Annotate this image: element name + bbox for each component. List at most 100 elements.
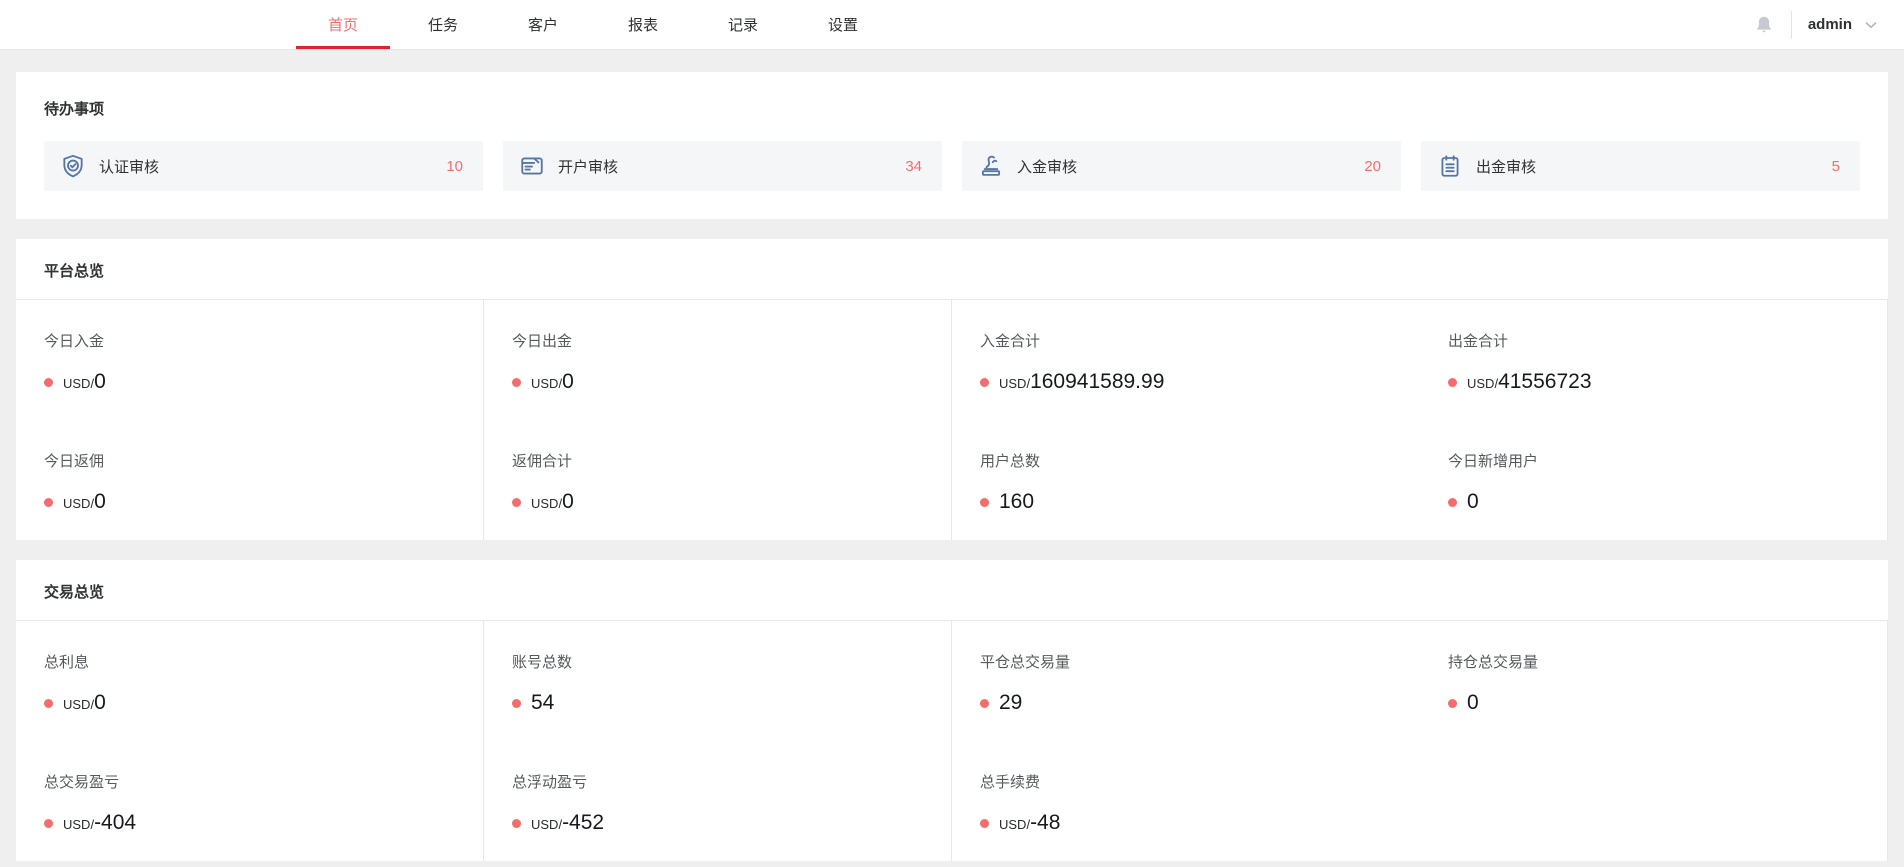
stat-label: 总手续费 [980, 774, 1041, 791]
todo-card-count: 34 [905, 157, 922, 175]
header-divider [1790, 10, 1792, 39]
stat-value: 0 [1467, 490, 1479, 513]
stat-value: 0 [562, 370, 574, 393]
stat-label: 持仓总交易量 [1448, 654, 1539, 671]
stat-value: 160 [999, 490, 1035, 513]
red-dot-icon [512, 698, 521, 708]
stat-cell: 返佣合计 USD/0 [484, 420, 952, 540]
stat-cell: 总浮动盈亏 USD/-452 [484, 741, 952, 861]
todo-card-count: 20 [1364, 157, 1381, 175]
stat-value: 41556723 [1498, 370, 1592, 393]
nav-tab-label: 客户 [527, 17, 558, 34]
stat-label: 今日返佣 [44, 453, 105, 470]
id-card-icon [519, 153, 545, 179]
stat-value: 29 [999, 691, 1023, 714]
clipboard-icon [1437, 153, 1463, 179]
stat-label: 总利息 [44, 654, 90, 671]
stat-label: 账号总数 [512, 654, 573, 671]
stat-cell: 总手续费 USD/-48 [952, 741, 1420, 861]
stat-unit: USD/ [999, 817, 1031, 832]
stat-label: 今日新增用户 [1448, 453, 1539, 470]
todo-card-certification[interactable]: 认证审核 10 [44, 141, 483, 191]
todo-card-label: 入金审核 [1017, 158, 1078, 176]
stat-value: 0 [94, 691, 106, 714]
stat-unit: USD/ [531, 496, 563, 511]
stat-unit: USD/ [63, 817, 95, 832]
stat-unit: USD/ [999, 376, 1031, 391]
stat-cell: 平仓总交易量 29 [952, 621, 1420, 741]
stat-value: 0 [94, 370, 106, 393]
red-dot-icon [980, 377, 989, 387]
stamp-icon [978, 153, 1004, 179]
nav-tab-label: 记录 [727, 17, 758, 34]
todo-panel-title: 待办事项 [44, 101, 105, 118]
todo-card-count: 10 [446, 157, 463, 175]
red-dot-icon [44, 497, 53, 507]
nav-tab[interactable]: 记录 [693, 0, 793, 49]
bell-icon[interactable] [1753, 14, 1775, 36]
nav-tab[interactable]: 任务 [393, 0, 493, 49]
stat-cell: 今日入金 USD/0 [16, 300, 484, 420]
stat-cell: 用户总数 160 [952, 420, 1420, 540]
nav-tab-label: 报表 [627, 17, 658, 34]
user-name: admin [1807, 16, 1852, 33]
todo-card-label: 出金审核 [1476, 158, 1537, 176]
platform-overview-title: 平台总览 [44, 263, 105, 280]
stat-label: 总浮动盈亏 [512, 774, 588, 791]
red-dot-icon [512, 497, 521, 507]
stat-value: 0 [94, 490, 106, 513]
todo-panel: 待办事项 认证审核 10 开户审核 34 入金审核 20 出金审核 5 [16, 72, 1888, 219]
stat-unit: USD/ [63, 496, 95, 511]
todo-card-deposit[interactable]: 入金审核 20 [962, 141, 1401, 191]
nav-tab[interactable]: 首页 [293, 0, 393, 49]
stat-value: 160941589.99 [1030, 370, 1165, 393]
todo-card-label: 认证审核 [99, 158, 160, 176]
trade-overview-title: 交易总览 [44, 584, 105, 601]
stat-cell: 入金合计 USD/160941589.99 [952, 300, 1420, 420]
stat-label: 今日出金 [512, 333, 573, 350]
stat-label: 出金合计 [1448, 333, 1509, 350]
stat-label: 总交易盈亏 [44, 774, 120, 791]
stat-cell: 出金合计 USD/41556723 [1420, 300, 1888, 420]
stat-cell: 今日返佣 USD/0 [16, 420, 484, 540]
stat-label: 平仓总交易量 [980, 654, 1071, 671]
stat-unit: USD/ [531, 376, 563, 391]
red-dot-icon [512, 818, 521, 828]
stat-unit: USD/ [63, 376, 95, 391]
todo-card-count: 5 [1831, 157, 1840, 175]
stat-value: 0 [1467, 691, 1479, 714]
stat-label: 入金合计 [980, 333, 1041, 350]
user-menu[interactable]: admin [1808, 16, 1880, 34]
topbar-right: admin [1753, 0, 1880, 49]
stat-label: 返佣合计 [512, 453, 573, 470]
nav-tab-label: 任务 [427, 17, 458, 34]
stat-unit: USD/ [531, 817, 563, 832]
red-dot-icon [512, 377, 521, 387]
stat-label: 用户总数 [980, 453, 1041, 470]
todo-cards: 认证审核 10 开户审核 34 入金审核 20 出金审核 5 [44, 141, 1860, 191]
nav-tab-label: 首页 [327, 17, 358, 34]
stat-cell [1420, 741, 1888, 861]
stat-unit: USD/ [63, 697, 95, 712]
trade-overview-panel: 交易总览 总利息 USD/0 账号总数 54 平仓总交易量 29 持仓总交易量 … [16, 560, 1888, 861]
nav-tab[interactable]: 设置 [793, 0, 893, 49]
todo-card-withdrawal[interactable]: 出金审核 5 [1421, 141, 1860, 191]
stat-value: -404 [94, 811, 137, 834]
red-dot-icon [980, 497, 989, 507]
stat-cell: 总交易盈亏 USD/-404 [16, 741, 484, 861]
stat-value: -48 [1030, 811, 1061, 834]
stat-cell: 总利息 USD/0 [16, 621, 484, 741]
stat-value: -452 [562, 811, 605, 834]
red-dot-icon [980, 698, 989, 708]
stat-cell: 今日新增用户 0 [1420, 420, 1888, 540]
red-dot-icon [44, 818, 53, 828]
red-dot-icon [1448, 698, 1457, 708]
todo-card-account-opening[interactable]: 开户审核 34 [503, 141, 942, 191]
stat-label: 今日入金 [44, 333, 105, 350]
nav-tab[interactable]: 客户 [493, 0, 593, 49]
red-dot-icon [1448, 377, 1457, 387]
stat-unit: USD/ [1467, 376, 1499, 391]
stat-cell: 持仓总交易量 0 [1420, 621, 1888, 741]
red-dot-icon [44, 377, 53, 387]
nav-tab[interactable]: 报表 [593, 0, 693, 49]
